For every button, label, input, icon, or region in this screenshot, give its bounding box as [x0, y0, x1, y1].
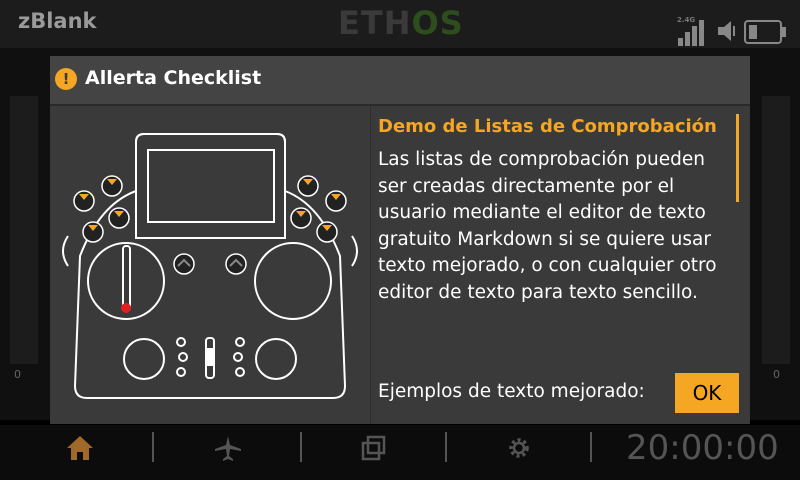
dialog-header: ! Allerta Checklist	[50, 56, 750, 106]
right-trim-panel	[762, 96, 790, 364]
model-name: zBlank	[18, 9, 97, 33]
dialog-title: Allerta Checklist	[85, 67, 262, 89]
left-trim-panel	[10, 96, 38, 364]
bottom-separator	[300, 432, 302, 462]
gear-icon[interactable]	[505, 434, 533, 462]
checklist-body-second: Ejemplos de texto mejorado:	[378, 381, 645, 402]
checklist-heading: Demo de Listas de Comprobación	[378, 116, 717, 137]
timer[interactable]: 20:00:00	[626, 428, 779, 468]
checklist-dialog: ! Allerta Checklist Demo de Listas de Co…	[50, 56, 750, 424]
bottom-separator	[152, 432, 154, 462]
volume-icon[interactable]	[716, 18, 742, 44]
bottom-separator	[445, 432, 447, 462]
transmitter-diagram	[62, 133, 358, 399]
home-icon[interactable]	[65, 434, 95, 462]
layers-icon[interactable]	[360, 434, 388, 462]
radio-illustration	[50, 106, 370, 424]
ok-button[interactable]: OK	[675, 373, 739, 413]
warning-icon: !	[55, 68, 77, 90]
airplane-icon[interactable]	[213, 434, 243, 462]
signal-icon	[678, 20, 704, 46]
checklist-body: Las listas de comprobación pueden ser cr…	[378, 149, 717, 303]
dialog-divider	[370, 106, 371, 424]
right-zero-label: 0	[773, 368, 780, 381]
left-zero-label: 0	[14, 368, 21, 381]
battery-icon	[744, 20, 786, 44]
text-scrollbar[interactable]	[736, 114, 739, 202]
top-bar: zBlank ETHOS 2.4G	[0, 0, 800, 48]
bottom-separator	[590, 432, 592, 462]
ethos-logo: ETHOS	[338, 4, 464, 42]
